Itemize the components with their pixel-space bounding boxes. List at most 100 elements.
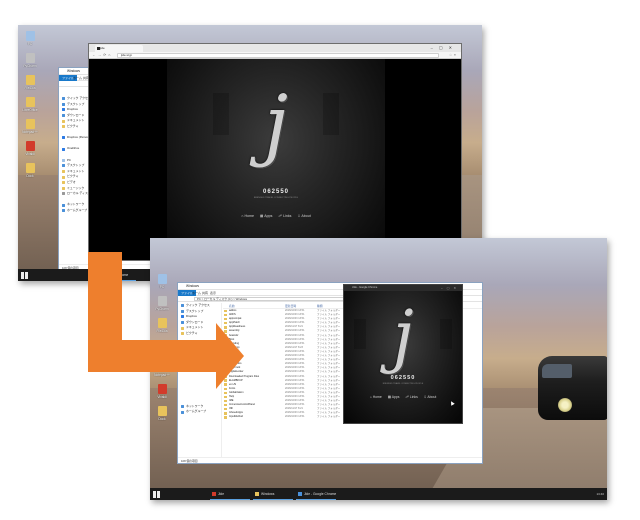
links-icon: ☍	[405, 395, 409, 399]
menu-item-about[interactable]: ⇩ About	[297, 214, 310, 218]
desktop-icon[interactable]: FileZilla	[153, 318, 171, 333]
chrome-tab[interactable]: jide	[95, 45, 143, 52]
site-logo: j	[263, 79, 289, 169]
nav-icon	[181, 326, 184, 330]
menu-item-label: Home	[372, 395, 382, 399]
start-button[interactable]	[153, 491, 160, 498]
car-image	[538, 356, 607, 420]
taskbar: Jide Windows Jide - Google Chrome 13:40	[150, 488, 607, 500]
desktop-icon[interactable]: PyCharm	[21, 53, 39, 68]
desktop-icon[interactable]: Vivaldi	[153, 384, 171, 399]
nav-item[interactable]: ホームグループ	[178, 409, 221, 415]
chrome-tabbar: jide –▢✕	[89, 44, 461, 52]
nav-icon	[62, 125, 65, 129]
explorer-status: 108 個の項目	[178, 457, 482, 463]
desktop-icon[interactable]: Vivaldi	[21, 141, 39, 156]
menu-item-label: About	[301, 214, 311, 218]
nav-item-label: ドキュメント	[67, 168, 85, 173]
app-icon	[25, 141, 35, 151]
start-button[interactable]	[21, 272, 28, 279]
nav-item-label: ドキュメント	[67, 118, 85, 123]
nav-icon	[62, 203, 65, 207]
nav-icon	[62, 97, 65, 101]
nav-item-label: ピクチャ	[186, 330, 198, 335]
menu-item-apps[interactable]: ▦ Apps	[260, 214, 272, 218]
menu-item-label: About	[427, 395, 437, 399]
menu-item-about[interactable]: ⇩ About	[424, 395, 436, 399]
menu-item-label: Links	[283, 214, 292, 218]
desktop-icon-label: Vivaldi	[25, 152, 35, 156]
web-page: j 062550 BRENDED TRAVEL CONNECTING PEOPL…	[89, 59, 461, 260]
nav-icon	[62, 170, 65, 174]
menu-item-home[interactable]: ⌂ Home	[241, 214, 254, 218]
desktop-icon[interactable]: Dock	[153, 406, 171, 421]
chrome-app-window[interactable]: Jide - Google Chrome –▢✕ j 062550 BRENDE…	[343, 284, 463, 424]
nav-icon	[181, 332, 184, 336]
menu-item-links[interactable]: ☍ Links	[278, 214, 291, 218]
site-menu: ⌂ Home ▦ Apps ☍ Links ⇩ About	[344, 395, 462, 399]
system-clock: 13:40	[596, 492, 604, 496]
nav-icon	[181, 321, 184, 325]
nav-icon	[62, 186, 65, 190]
folder-icon	[224, 309, 227, 313]
speaker-grille-left	[354, 319, 366, 349]
desktop-icon[interactable]: LibreOffice	[21, 97, 39, 112]
folder-icon	[224, 412, 227, 415]
nav-icon	[62, 108, 65, 112]
menu-item-label: Apps	[264, 214, 273, 218]
apps-icon: ▦	[387, 395, 391, 399]
site-subtitle: BRENDED TRAVEL CONNECTING PEOPLE	[253, 197, 299, 199]
menu-item-home[interactable]: ⌂ Home	[370, 395, 382, 399]
nav-buttons[interactable]: ←→⟳⌂	[92, 52, 112, 59]
desktop-icon-label: Vivaldi	[157, 395, 167, 399]
desktop-icon-label: PC	[159, 285, 165, 289]
app-icon	[25, 31, 35, 41]
desktop-icon[interactable]: PC	[21, 31, 39, 46]
desktop-icon[interactable]: Notepad++	[21, 119, 39, 134]
folder-icon	[224, 399, 227, 403]
desktop-icon[interactable]: PC	[153, 274, 171, 289]
taskbar-item[interactable]: Windows	[253, 488, 293, 500]
links-icon: ☍	[278, 214, 283, 218]
window-controls[interactable]: –▢✕	[431, 44, 458, 51]
taskbar-item[interactable]: Jide - Google Chrome	[296, 488, 336, 500]
nav-icon	[62, 175, 65, 179]
app-icon	[25, 75, 35, 85]
nav-item-label: PC	[67, 157, 72, 162]
menu-item-links[interactable]: ☍ Links	[405, 395, 417, 399]
nav-icon	[62, 102, 65, 106]
chrome-window[interactable]: jide –▢✕ ←→⟳⌂ jide.st.jp ☆≡ j 062550 BRE…	[88, 43, 462, 261]
chrome-toolbar: ←→⟳⌂ jide.st.jp ☆≡	[89, 52, 461, 59]
desktop-icon-label: PyCharm	[155, 307, 169, 311]
app-icon	[157, 384, 167, 394]
nav-item-label: デスクトップ	[186, 308, 204, 313]
nav-item-label: ホームグループ	[67, 207, 87, 212]
site-menu: ⌂ Home ▦ Apps ☍ Links ⇩ About	[167, 214, 385, 218]
url-input[interactable]: jide.st.jp	[117, 53, 439, 58]
folder-icon	[224, 395, 227, 399]
nav-item-label: ダウンロード	[186, 319, 204, 324]
app-icon	[25, 119, 35, 129]
site-panel: j 062550 BRENDED TRAVEL CONNECTING PEOPL…	[167, 59, 385, 260]
desktop-icon[interactable]: Dock	[21, 163, 39, 178]
site-panel: j 062550 BRENDED TRAVEL CONNECTING PEOPL…	[344, 291, 462, 423]
nav-item-label: Dropbox	[186, 314, 197, 319]
taskbar-item[interactable]: Jide	[210, 488, 250, 500]
folder-icon	[224, 403, 227, 407]
comparison-stage: PC PyCharm FileZilla LibreOffice Notepad++ Vi…	[0, 0, 640, 520]
app-icon	[298, 492, 302, 496]
desktop-icon[interactable]: FileZilla	[21, 75, 39, 90]
menu-item-label: Apps	[391, 395, 400, 399]
extensions-icon[interactable]: ☆≡	[449, 52, 458, 59]
nav-item-label: ドキュメント	[186, 325, 204, 330]
menu-item-apps[interactable]: ▦ Apps	[388, 395, 400, 399]
menu-item-label: Home	[244, 214, 255, 218]
chrome-tab-title: jide	[100, 46, 105, 50]
nav-icon	[181, 304, 184, 308]
desktop-icon[interactable]: PyCharm	[153, 296, 171, 311]
folder-icon	[224, 391, 227, 395]
nav-icon	[62, 164, 65, 168]
home-icon: ⌂	[369, 395, 372, 399]
speaker-grille-right	[440, 319, 452, 349]
nav-icon	[62, 119, 65, 123]
